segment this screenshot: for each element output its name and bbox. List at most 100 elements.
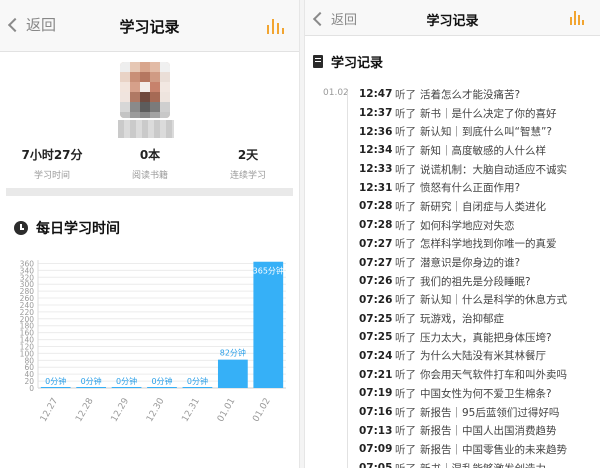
list-item[interactable]: 07:26 听了 我们的祖先是分段睡眠?: [359, 272, 600, 291]
records-header: 学习记录: [313, 52, 383, 71]
record-verb: 听了: [395, 275, 416, 288]
record-time: 07:19: [359, 387, 393, 400]
record-verb: 听了: [395, 461, 416, 468]
record-time: 07:16: [359, 406, 393, 419]
bar-chart-icon[interactable]: [570, 11, 586, 25]
data-label: 0分钟: [116, 376, 137, 386]
clock-icon: [14, 221, 28, 235]
x-tick-label: 12.29: [110, 396, 132, 424]
record-time: 07:26: [359, 293, 393, 306]
data-label: 0分钟: [81, 376, 102, 386]
bar-chart-icon[interactable]: [267, 18, 285, 34]
data-label: 365分钟: [253, 266, 284, 276]
record-verb: 听了: [395, 257, 416, 270]
list-item[interactable]: 12:36 听了 新认知｜到底什么叫“智慧”?: [359, 122, 600, 141]
record-verb: 听了: [395, 331, 416, 344]
list-item[interactable]: 12:33 听了 说谎机制：大脑自动适应不诚实: [359, 160, 600, 179]
stats-row: 7小时27分 学习时间 0本 阅读书籍 2天 连续学习: [0, 146, 299, 182]
nav-bar: 返回 学习记录: [305, 0, 600, 36]
record-time: 07:27: [359, 237, 393, 250]
record-title: 新研究｜自闭症与人类进化: [420, 200, 546, 213]
page-title: 学习记录: [426, 14, 479, 29]
data-label: 82分钟: [220, 348, 246, 358]
nav-bar: 返回 学习记录: [0, 0, 299, 52]
x-tick-label: 01.01: [216, 397, 238, 424]
stat-label: 阅读书籍: [131, 171, 168, 181]
section-divider: [6, 188, 293, 196]
list-item[interactable]: 12:37 听了 新书｜是什么决定了你的喜好: [359, 104, 600, 123]
list-item[interactable]: 07:25 听了 玩游戏，治抑郁症: [359, 309, 600, 328]
list-item[interactable]: 07:27 听了 怎样科学地找到你唯一的真爱: [359, 235, 600, 254]
record-time: 07:13: [359, 424, 393, 437]
record-time: 07:27: [359, 256, 393, 269]
list-item[interactable]: 07:13 听了 新报告｜中国人出国消费趋势: [359, 421, 600, 440]
record-title: 中国女性为何不爱卫生棉条?: [420, 387, 552, 400]
record-verb: 听了: [395, 163, 416, 176]
record-title: 说谎机制：大脑自动适应不诚实: [420, 163, 567, 176]
section-title: 学习记录: [331, 56, 384, 71]
record-time: 07:26: [359, 275, 393, 288]
record-verb: 听了: [395, 182, 416, 195]
record-verb: 听了: [395, 350, 416, 363]
record-verb: 听了: [395, 406, 416, 419]
record-verb: 听了: [395, 107, 416, 120]
book-icon: [313, 55, 323, 68]
record-title: 新报告｜中国人出国消费趋势: [420, 425, 557, 438]
record-verb: 听了: [395, 387, 416, 400]
avatar[interactable]: [120, 62, 170, 118]
data-label: 0分钟: [187, 376, 208, 386]
record-title: 潜意识是你身边的谁?: [420, 257, 521, 270]
record-title: 如何科学地应对失恋: [420, 219, 515, 232]
record-title: 怎样科学地找到你唯一的真爱: [420, 238, 557, 251]
list-item[interactable]: 07:28 听了 新研究｜自闭症与人类进化: [359, 197, 600, 216]
record-time: 12:37: [359, 107, 393, 120]
list-item[interactable]: 07:09 听了 新报告｜中国零售业的未来趋势: [359, 440, 600, 459]
list-item[interactable]: 12:31 听了 愤怒有什么正面作用?: [359, 178, 600, 197]
list-item[interactable]: 12:34 听了 新知｜高度敏感的人什么样: [359, 141, 600, 160]
record-time: 12:31: [359, 181, 393, 194]
record-verb: 听了: [395, 126, 416, 139]
daily-time-header: 每日学习时间: [14, 218, 120, 238]
record-verb: 听了: [395, 144, 416, 157]
stat-study-time: 7小时27分 学习时间: [2, 146, 102, 181]
list-item[interactable]: 07:21 听了 你会用天气软件打车和叫外卖吗: [359, 365, 600, 384]
x-tick-label: 12.31: [180, 397, 202, 424]
record-verb: 听了: [395, 219, 416, 232]
record-title: 新认知｜什么是科学的休息方式: [420, 294, 567, 307]
record-title: 新认知｜到底什么叫“智慧”?: [420, 126, 552, 139]
page-title: 学习记录: [119, 18, 180, 36]
data-label: 0分钟: [45, 376, 66, 386]
stat-value: 0本: [139, 148, 161, 162]
record-title: 我们的祖先是分段睡眠?: [420, 275, 531, 288]
list-item[interactable]: 07:26 听了 新认知｜什么是科学的休息方式: [359, 291, 600, 310]
list-item[interactable]: 07:28 听了 如何科学地应对失恋: [359, 216, 600, 235]
records-screen: 返回 学习记录 学习记录 01.02 12:47 听了 活着怎么才能没痛苦? 12:3…: [304, 0, 600, 468]
list-item[interactable]: 07:19 听了 中国女性为何不爱卫生棉条?: [359, 384, 600, 403]
record-time: 07:25: [359, 331, 393, 344]
stat-streak: 2天 连续学习: [198, 146, 298, 181]
record-time: 07:21: [359, 368, 393, 381]
list-item[interactable]: 07:25 听了 压力太大，真能把身体压垮?: [359, 328, 600, 347]
record-time: 07:25: [359, 312, 393, 325]
list-item[interactable]: 07:16 听了 新报告｜95后蓝领们过得好吗: [359, 403, 600, 422]
list-item[interactable]: 07:05听了新书｜混乱能够激发创造力: [359, 459, 600, 468]
stat-value: 7小时27分: [21, 148, 83, 162]
record-title: 你会用天气软件打车和叫外卖吗: [420, 369, 567, 382]
timeline-line: [347, 92, 348, 468]
list-item[interactable]: 07:24 听了 为什么大陆没有米其林餐厅: [359, 347, 600, 366]
record-title: 新书｜是什么决定了你的喜好: [420, 107, 557, 120]
list-item[interactable]: 12:47 听了 活着怎么才能没痛苦?: [359, 85, 600, 104]
record-time: 07:28: [359, 219, 393, 232]
record-verb: 听了: [395, 443, 416, 456]
stat-value: 2天: [237, 148, 259, 162]
list-item[interactable]: 07:27 听了 潜意识是你身边的谁?: [359, 253, 600, 272]
record-title: 活着怎么才能没痛苦?: [420, 88, 521, 101]
stat-label: 连续学习: [229, 171, 266, 181]
record-title: 玩游戏，治抑郁症: [420, 313, 504, 326]
record-time: 07:09: [359, 443, 393, 456]
record-title: 新书｜混乱能够激发创造力: [420, 461, 546, 468]
record-verb: 听了: [395, 294, 416, 307]
x-tick-label: 12.27: [39, 397, 61, 424]
x-tick-label: 12.28: [74, 396, 96, 424]
record-time: 12:34: [359, 144, 393, 157]
